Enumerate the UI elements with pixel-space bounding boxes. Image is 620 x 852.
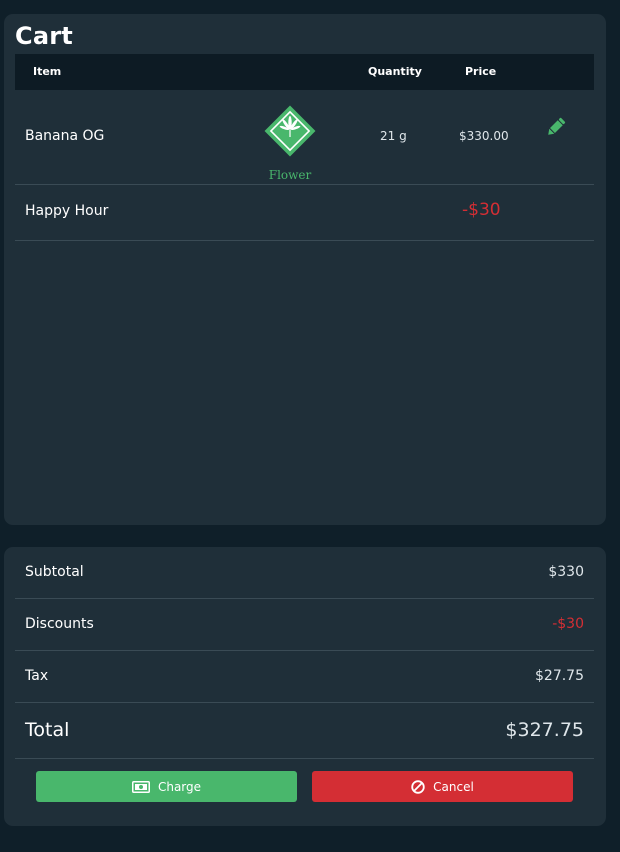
cart-item-quantity: 21 g bbox=[380, 129, 407, 143]
ban-icon bbox=[411, 779, 425, 794]
discounts-value: -$30 bbox=[552, 616, 584, 632]
subtotal-label: Subtotal bbox=[25, 564, 84, 580]
subtotal-value: $330 bbox=[548, 564, 584, 580]
cart-title: Cart bbox=[15, 22, 73, 50]
cancel-label: Cancel bbox=[433, 779, 474, 794]
cancel-button[interactable]: Cancel bbox=[312, 771, 573, 802]
cart-item-row[interactable]: Banana OG Flower 21 g $330.00 bbox=[15, 91, 594, 185]
cash-icon bbox=[131, 780, 150, 793]
total-label: Total bbox=[25, 719, 70, 741]
charge-button[interactable]: Charge bbox=[36, 771, 297, 802]
discounts-row: Discounts -$30 bbox=[15, 599, 594, 651]
subtotal-row: Subtotal $330 bbox=[15, 547, 594, 599]
column-header-price: Price bbox=[465, 65, 497, 78]
discounts-label: Discounts bbox=[25, 616, 94, 632]
tax-label: Tax bbox=[25, 668, 49, 684]
tax-value: $27.75 bbox=[535, 668, 584, 684]
cannabis-leaf-icon bbox=[264, 105, 316, 157]
charge-label: Charge bbox=[157, 779, 202, 794]
column-header-item: Item bbox=[33, 65, 62, 78]
total-row: Total $327.75 bbox=[15, 703, 594, 759]
discount-name: Happy Hour bbox=[25, 203, 109, 219]
cart-panel: Cart Item Quantity Price Banana OG Flowe… bbox=[4, 14, 606, 525]
column-header-quantity: Quantity bbox=[368, 65, 422, 78]
tax-row: Tax $27.75 bbox=[15, 651, 594, 703]
cart-table-header: Item Quantity Price bbox=[15, 54, 594, 90]
summary-panel: Subtotal $330 Discounts -$30 Tax $27.75 … bbox=[4, 547, 606, 826]
category-badge: Flower bbox=[260, 101, 320, 182]
pencil-edit-icon[interactable] bbox=[545, 116, 567, 138]
discount-amount: -$30 bbox=[462, 200, 501, 220]
total-value: $327.75 bbox=[505, 719, 584, 741]
discount-row[interactable]: Happy Hour -$30 bbox=[15, 185, 594, 241]
cart-item-name: Banana OG bbox=[25, 128, 105, 144]
category-label: Flower bbox=[268, 168, 312, 182]
cart-item-price: $330.00 bbox=[459, 129, 509, 143]
